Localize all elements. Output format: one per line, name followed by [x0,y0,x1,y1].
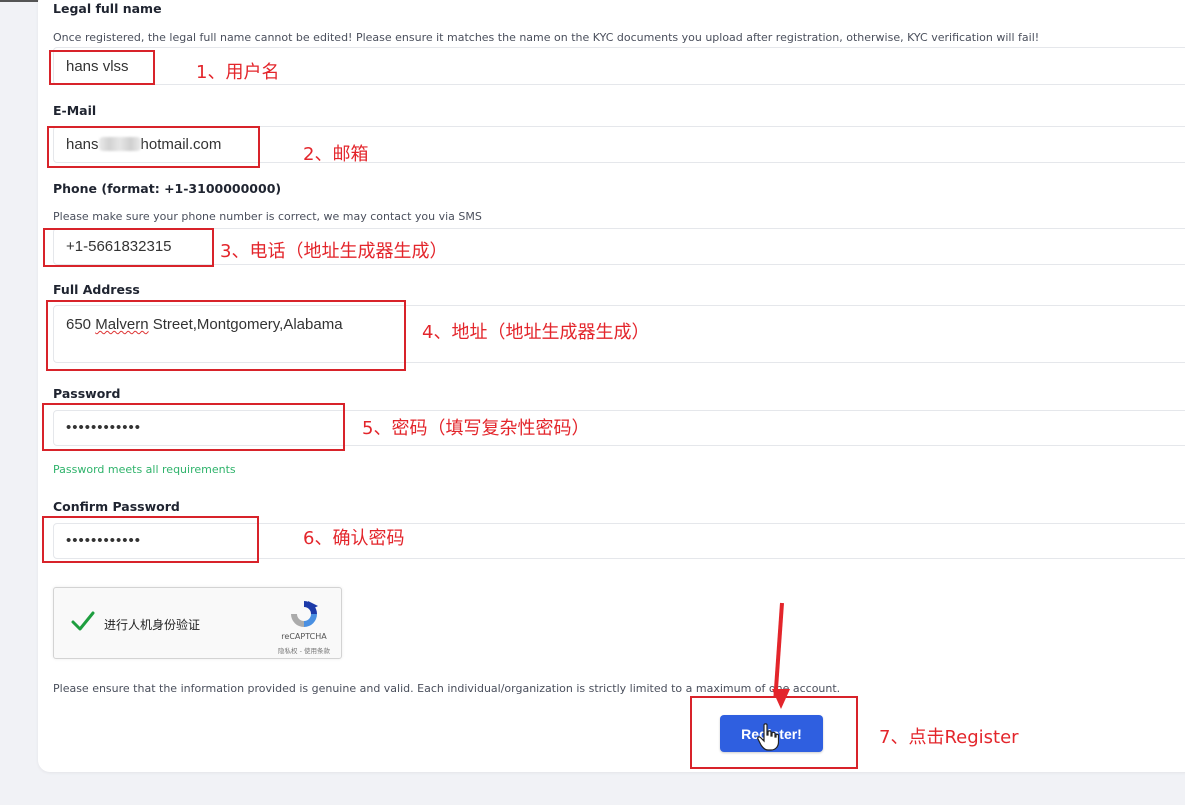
email-label: E-Mail [53,103,97,118]
annotation-box-2 [47,126,260,168]
recaptcha-logo-icon [291,601,318,627]
phone-label: Phone (format: +1-3100000000) [53,181,282,196]
annotation-label-4: 4、地址（地址生成器生成） [422,322,650,343]
annotation-label-1: 1、用户名 [196,62,280,83]
checkmark-icon[interactable] [70,608,96,634]
annotation-label-6: 6、确认密码 [303,528,405,549]
confirm-password-label: Confirm Password [53,499,180,514]
annotation-box-6 [42,516,259,563]
legal-name-label: Legal full name [53,1,162,16]
annotation-box-1 [49,50,155,85]
annotation-label-2: 2、邮箱 [303,144,369,165]
address-label: Full Address [53,282,140,297]
password-label: Password [53,386,121,401]
annotation-label-3: 3、电话（地址生成器生成） [220,241,448,262]
recaptcha-brand: reCAPTCHA [281,632,327,641]
legal-name-help: Once registered, the legal full name can… [53,31,1040,44]
phone-help: Please make sure your phone number is co… [53,210,482,223]
account-limit-notice: Please ensure that the information provi… [53,682,841,695]
annotation-label-7: 7、点击Register [879,727,1019,748]
recaptcha-widget[interactable]: 进行人机身份验证 reCAPTCHA 隐私权 - 使用条款 [53,587,342,659]
recaptcha-text: 进行人机身份验证 [104,618,201,632]
annotation-arrow-head [772,689,790,709]
password-status: Password meets all requirements [53,463,236,476]
annotation-box-3 [43,228,214,267]
annotation-label-5: 5、密码（填写复杂性密码） [362,418,590,439]
recaptcha-links[interactable]: 隐私权 - 使用条款 [264,645,344,655]
annotation-box-5 [42,403,345,451]
annotation-box-4 [46,300,406,371]
